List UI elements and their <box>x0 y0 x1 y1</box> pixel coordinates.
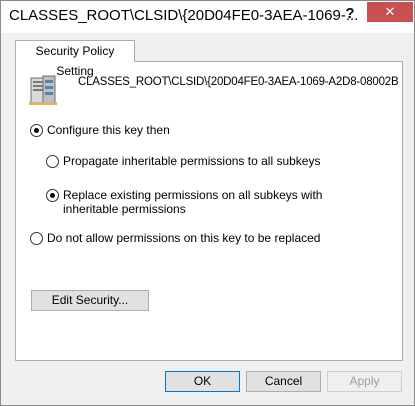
close-button[interactable]: ✕ <box>367 2 413 22</box>
registry-key-path: CLASSES_ROOT\CLSID\{20D04FE0-3AEA-1069-A… <box>78 76 399 88</box>
edit-security-button[interactable]: Edit Security... <box>31 290 149 311</box>
tab-panel: CLASSES_ROOT\CLSID\{20D04FE0-3AEA-1069-A… <box>15 61 403 361</box>
configure-key-label: Configure this key then <box>47 123 170 137</box>
replace-radio[interactable] <box>46 189 59 202</box>
configure-key-option[interactable]: Configure this key then <box>30 123 170 137</box>
propagate-label: Propagate inheritable permissions to all… <box>63 154 321 168</box>
propagate-option[interactable]: Propagate inheritable permissions to all… <box>46 154 320 168</box>
help-button[interactable]: ? <box>339 4 361 24</box>
do-not-allow-radio[interactable] <box>30 232 43 245</box>
apply-button[interactable]: Apply <box>327 371 402 392</box>
replace-label: Replace existing permissions on all subk… <box>63 188 323 216</box>
do-not-allow-option[interactable]: Do not allow permissions on this key to … <box>30 231 320 245</box>
cancel-button[interactable]: Cancel <box>246 371 321 392</box>
ok-button[interactable]: OK <box>165 371 240 392</box>
replace-option[interactable]: Replace existing permissions on all subk… <box>46 188 346 216</box>
tab-security-policy-setting[interactable]: Security Policy Setting <box>15 40 135 78</box>
window-title: CLASSES_ROOT\CLSID\{20D04FE0-3AEA-1069-.… <box>9 7 359 24</box>
propagate-radio[interactable] <box>46 155 59 168</box>
do-not-allow-label: Do not allow permissions on this key to … <box>47 231 321 245</box>
configure-key-radio[interactable] <box>30 124 43 137</box>
title-bar[interactable]: CLASSES_ROOT\CLSID\{20D04FE0-3AEA-1069-.… <box>1 1 414 33</box>
security-policy-dialog: CLASSES_ROOT\CLSID\{20D04FE0-3AEA-1069-.… <box>0 0 415 406</box>
close-icon: ✕ <box>384 4 396 19</box>
registry-server-icon <box>29 74 59 106</box>
